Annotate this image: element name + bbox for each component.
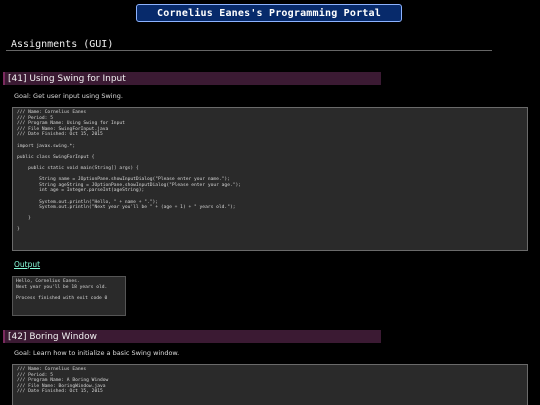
code-line: Next year you'll be 18 years old. [16, 284, 108, 290]
section-title-41: [41] Using Swing for Input [3, 72, 381, 85]
section-title-42: [42] Boring Window [3, 330, 381, 343]
code-block-42: /// Name: Cornelius Eanes/// Period: 5//… [12, 364, 528, 405]
output-link[interactable]: Output [14, 260, 40, 269]
heading-divider [6, 50, 492, 51]
code-line: Process finished with exit code 0 [16, 295, 108, 301]
code-line: /// Date Finished: Oct 15, 2015 [17, 389, 103, 395]
section-goal-42: Goal: Learn how to initialize a basic Sw… [14, 349, 180, 357]
output-block-41: Hello, Cornelius Eanes. Next year you'll … [12, 276, 126, 316]
page-heading: Assignments (GUI) [11, 39, 114, 50]
portal-title: Cornelius Eanes's Programming Portal [136, 4, 402, 22]
section-goal-41: Goal: Get user input using Swing. [14, 92, 123, 100]
code-line: } [17, 227, 20, 233]
code-block-41: /// Name: Cornelius Eanes/// Period: 5//… [12, 107, 528, 251]
